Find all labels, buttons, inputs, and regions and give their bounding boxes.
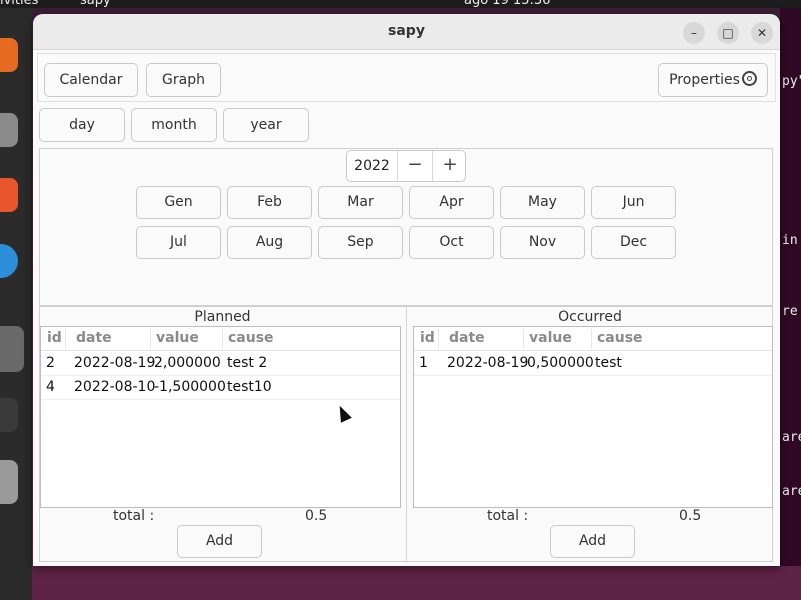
settings-icon[interactable] xyxy=(0,326,24,372)
column-header-value[interactable]: value xyxy=(156,330,199,346)
month-button-jun[interactable]: Jun xyxy=(591,186,676,219)
desktop-background xyxy=(32,566,801,600)
planned-total-value: 0.5 xyxy=(305,508,328,524)
system-top-bar: ivities sapy ago 19 15:36 xyxy=(0,0,801,8)
planned-title: Planned xyxy=(194,309,251,325)
table-row[interactable]: 1 2022-08-19 0,500000 test xyxy=(414,352,772,376)
month-button-feb[interactable]: Feb xyxy=(227,186,312,219)
month-button-nov[interactable]: Nov xyxy=(500,226,585,259)
trash-icon[interactable] xyxy=(0,460,18,504)
planned-total-label: total : xyxy=(113,508,155,524)
terminal-line: re xyxy=(782,304,798,319)
column-header-id[interactable]: id xyxy=(420,330,435,346)
planned-add-button[interactable]: Add xyxy=(177,525,262,558)
maximize-button[interactable]: □ xyxy=(717,22,739,44)
cell-id: 1 xyxy=(419,355,428,371)
month-button-gen[interactable]: Gen xyxy=(136,186,221,219)
terminal-line: py" xyxy=(782,74,801,89)
month-button-aug[interactable]: Aug xyxy=(227,226,312,259)
software-center-icon[interactable] xyxy=(0,178,18,212)
year-button[interactable]: year xyxy=(223,108,309,142)
cell-cause: test xyxy=(595,355,622,371)
terminal-line: are xyxy=(782,430,801,445)
month-button-dec[interactable]: Dec xyxy=(591,226,676,259)
cell-id: 4 xyxy=(46,379,55,395)
terminal-line: are xyxy=(782,484,801,499)
close-button[interactable]: ✕ xyxy=(751,22,773,44)
divider xyxy=(523,329,524,349)
column-header-date[interactable]: date xyxy=(76,330,112,346)
table-row[interactable]: 4 2022-08-10 -1,500000 test10 xyxy=(41,376,400,400)
year-value[interactable]: 2022 xyxy=(347,151,397,181)
clock[interactable]: ago 19 15:36 xyxy=(464,0,550,8)
cell-cause: test 2 xyxy=(227,355,268,371)
divider xyxy=(438,329,439,349)
column-header-date[interactable]: date xyxy=(449,330,485,346)
background-terminal[interactable]: py" in re are are xyxy=(780,8,801,568)
cell-value: 0,500000 xyxy=(527,355,594,371)
firefox-icon[interactable] xyxy=(0,38,18,72)
sapy-window: sapy – □ ✕ Calendar Graph Properties day… xyxy=(33,14,780,566)
properties-label: Properties xyxy=(669,72,740,88)
column-header-cause[interactable]: cause xyxy=(228,330,274,346)
divider xyxy=(65,329,66,349)
month-button-oct[interactable]: Oct xyxy=(409,226,494,259)
cell-id: 2 xyxy=(46,355,55,371)
table-header: id date value cause xyxy=(414,327,772,351)
column-header-id[interactable]: id xyxy=(47,330,62,346)
occurred-total-label: total : xyxy=(487,508,529,524)
window-title: sapy xyxy=(388,23,425,39)
properties-button[interactable]: Properties xyxy=(658,63,768,97)
graph-button[interactable]: Graph xyxy=(146,63,221,97)
decrement-year-button[interactable]: − xyxy=(398,151,432,181)
terminal-icon[interactable] xyxy=(0,398,18,432)
occurred-total-value: 0.5 xyxy=(679,508,702,524)
cell-cause: test10 xyxy=(227,379,272,395)
cell-date: 2022-08-19 xyxy=(74,355,156,371)
occurred-add-button[interactable]: Add xyxy=(550,525,635,558)
column-header-value[interactable]: value xyxy=(529,330,572,346)
calendar-button[interactable]: Calendar xyxy=(44,63,138,97)
month-button-jul[interactable]: Jul xyxy=(136,226,221,259)
cell-value: 2,000000 xyxy=(154,355,221,371)
divider xyxy=(591,329,592,349)
activities-button[interactable]: ivities xyxy=(0,0,38,8)
gear-icon xyxy=(741,71,757,86)
table-header: id date value cause xyxy=(41,327,400,351)
month-button-may[interactable]: May xyxy=(500,186,585,219)
terminal-line: in xyxy=(782,233,798,248)
month-button[interactable]: month xyxy=(131,108,217,142)
app-menu-sapy[interactable]: sapy xyxy=(80,0,111,8)
cell-date: 2022-08-10 xyxy=(74,379,156,395)
minimize-button[interactable]: – xyxy=(683,22,705,44)
increment-year-button[interactable]: + xyxy=(433,151,467,181)
files-icon[interactable] xyxy=(0,113,18,147)
cell-value: -1,500000 xyxy=(154,379,226,395)
month-button-mar[interactable]: Mar xyxy=(318,186,403,219)
column-header-cause[interactable]: cause xyxy=(597,330,643,346)
month-button-apr[interactable]: Apr xyxy=(409,186,494,219)
title-bar[interactable]: sapy – □ ✕ xyxy=(33,14,780,50)
occurred-table[interactable]: id date value cause 1 2022-08-19 0,50000… xyxy=(413,326,773,508)
divider xyxy=(150,329,151,349)
day-button[interactable]: day xyxy=(39,108,125,142)
year-spinbox[interactable]: 2022 − + xyxy=(346,150,466,182)
dock xyxy=(0,8,32,600)
divider xyxy=(222,329,223,349)
divider xyxy=(406,307,407,561)
occurred-title: Occurred xyxy=(558,309,622,325)
cell-date: 2022-08-19 xyxy=(447,355,529,371)
table-row[interactable]: 2 2022-08-19 2,000000 test 2 xyxy=(41,352,400,376)
month-button-sep[interactable]: Sep xyxy=(318,226,403,259)
help-icon[interactable] xyxy=(0,244,18,278)
